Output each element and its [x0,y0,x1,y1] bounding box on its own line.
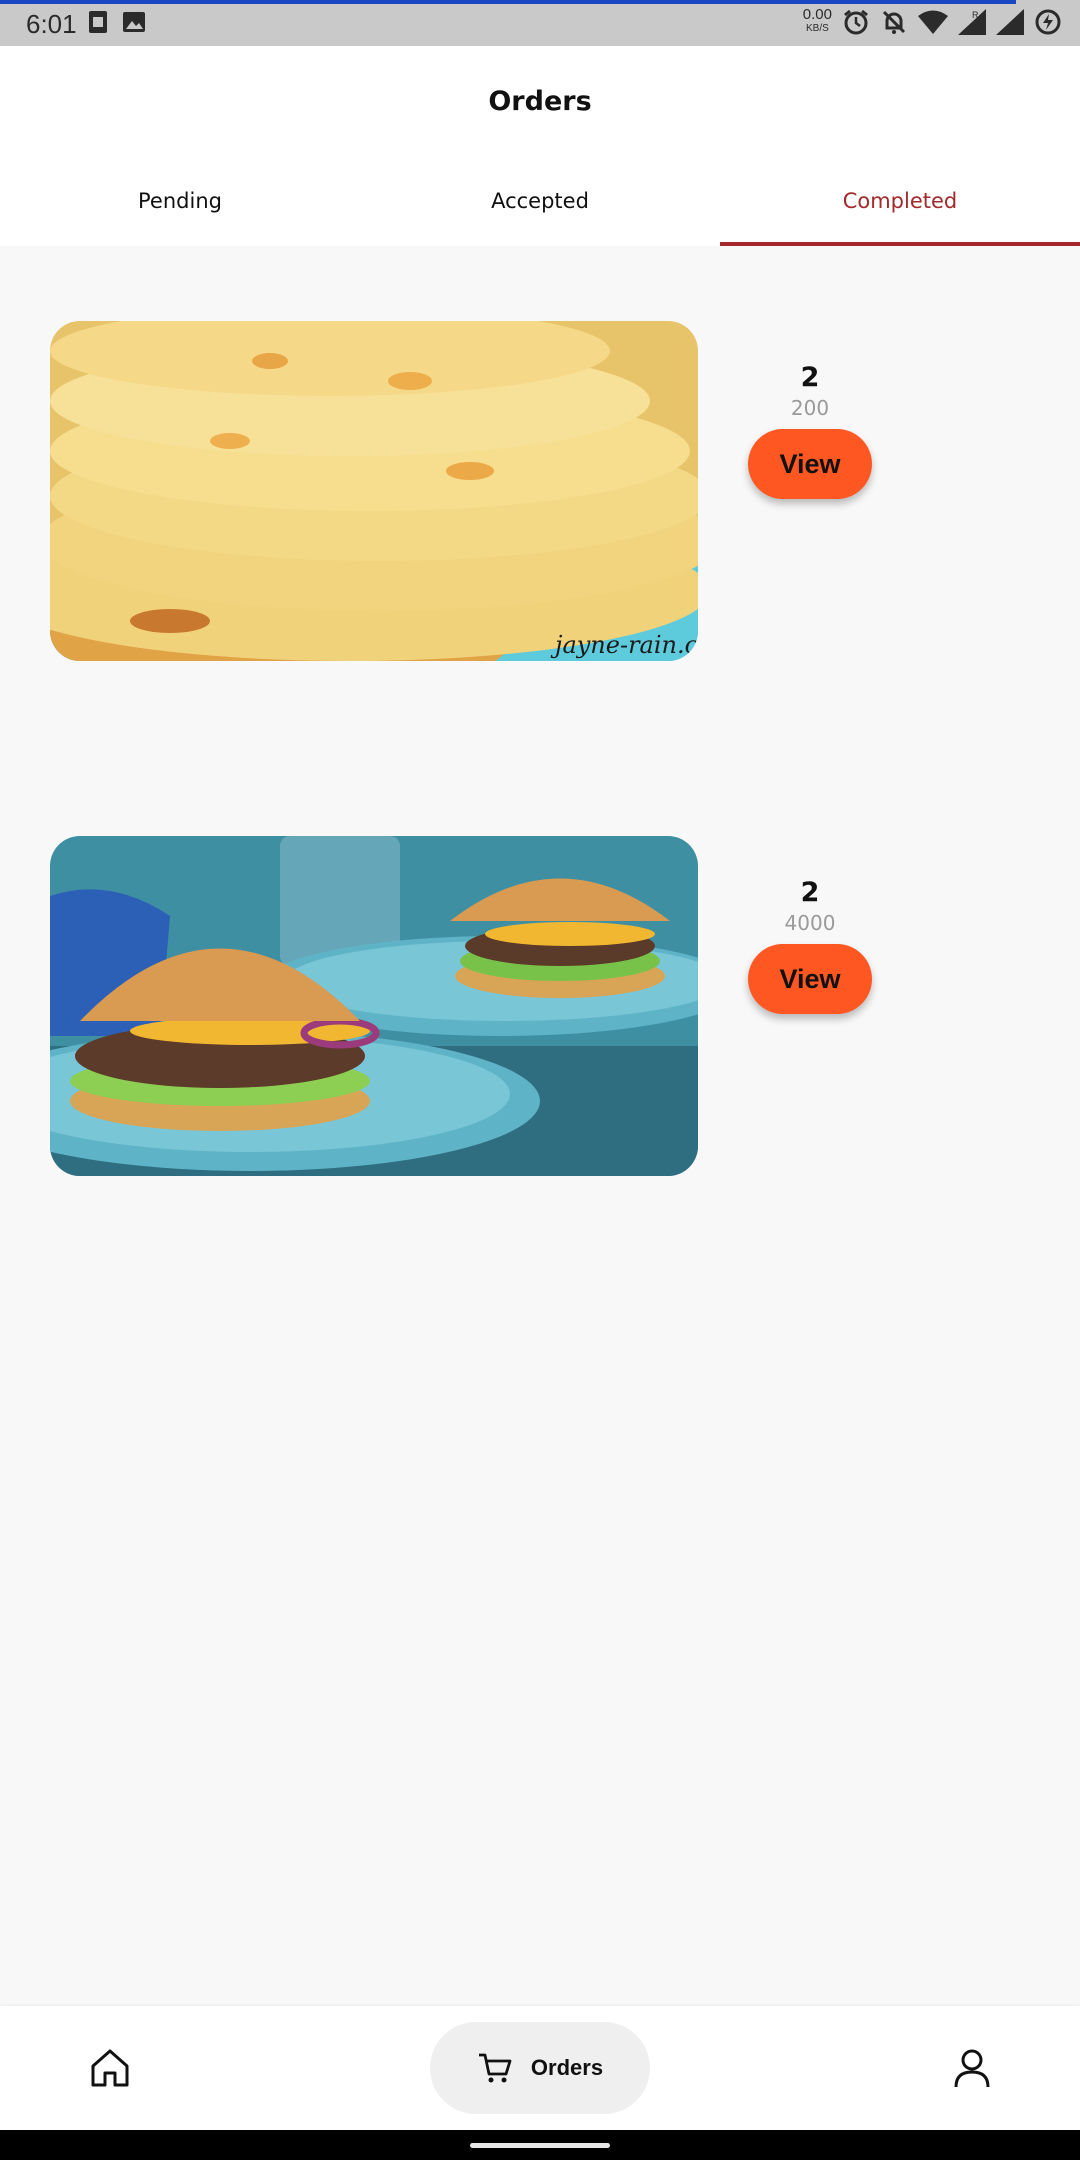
bottom-navigation: Orders [0,2006,1080,2130]
nav-orders-label: Orders [530,2055,604,2080]
tab-completed[interactable]: Completed [720,156,1080,246]
signal-roaming-icon [996,9,1024,35]
order-info: 2 4000 View [672,876,948,1014]
sim-icon [89,11,107,33]
status-accent-line [0,0,1016,4]
system-navigation-bar [0,2130,1080,2160]
alarm-icon [844,9,868,35]
view-order-button[interactable]: View [748,429,872,499]
cart-icon [478,2053,512,2083]
order-price: 200 [790,396,830,420]
order-info: 2 200 View [672,361,948,499]
status-notification-icons [88,10,146,34]
order-image-flatbread: jayne-rain.c [50,321,698,661]
nav-profile-button[interactable] [950,2046,994,2090]
nav-home-button[interactable] [88,2046,132,2090]
wifi-icon [918,10,948,34]
battery-charging-icon [1035,9,1061,35]
view-order-button[interactable]: View [748,944,872,1014]
status-system-icons: 0.00 KB/S R [802,6,1062,36]
tab-accepted[interactable]: Accepted [360,156,720,246]
signal-icon: R [958,9,986,35]
page-title: Orders [488,86,592,117]
net-speed: 0.00 KB/S [802,6,832,36]
order-status-tabs: Pending Accepted Completed [0,156,1080,246]
order-price: 4000 [784,911,836,935]
order-quantity: 2 [800,362,820,393]
order-image-burger [50,836,698,1176]
photo-watermark: jayne-rain.c [550,631,698,659]
home-icon [91,2049,129,2087]
image-icon [123,12,145,32]
tab-pending[interactable]: Pending [0,156,360,246]
user-icon [954,2049,990,2088]
app-header: Orders Pending Accepted Completed [0,46,1080,246]
status-bar: 6:01 0.00 KB/S R [0,0,1080,46]
order-quantity: 2 [800,877,820,908]
net-speed-unit: KB/S [806,23,829,34]
net-speed-value: 0.00 [802,6,832,23]
notifications-off-icon [882,10,906,34]
status-time: 6:01 [26,9,77,39]
order-card: 2 4000 View [50,836,1030,1176]
svg-text:R: R [972,10,979,20]
order-card: jayne-rain.c 2 200 View [50,321,1030,661]
nav-orders-button[interactable]: Orders [430,2022,650,2114]
gesture-home-handle[interactable] [470,2143,610,2148]
